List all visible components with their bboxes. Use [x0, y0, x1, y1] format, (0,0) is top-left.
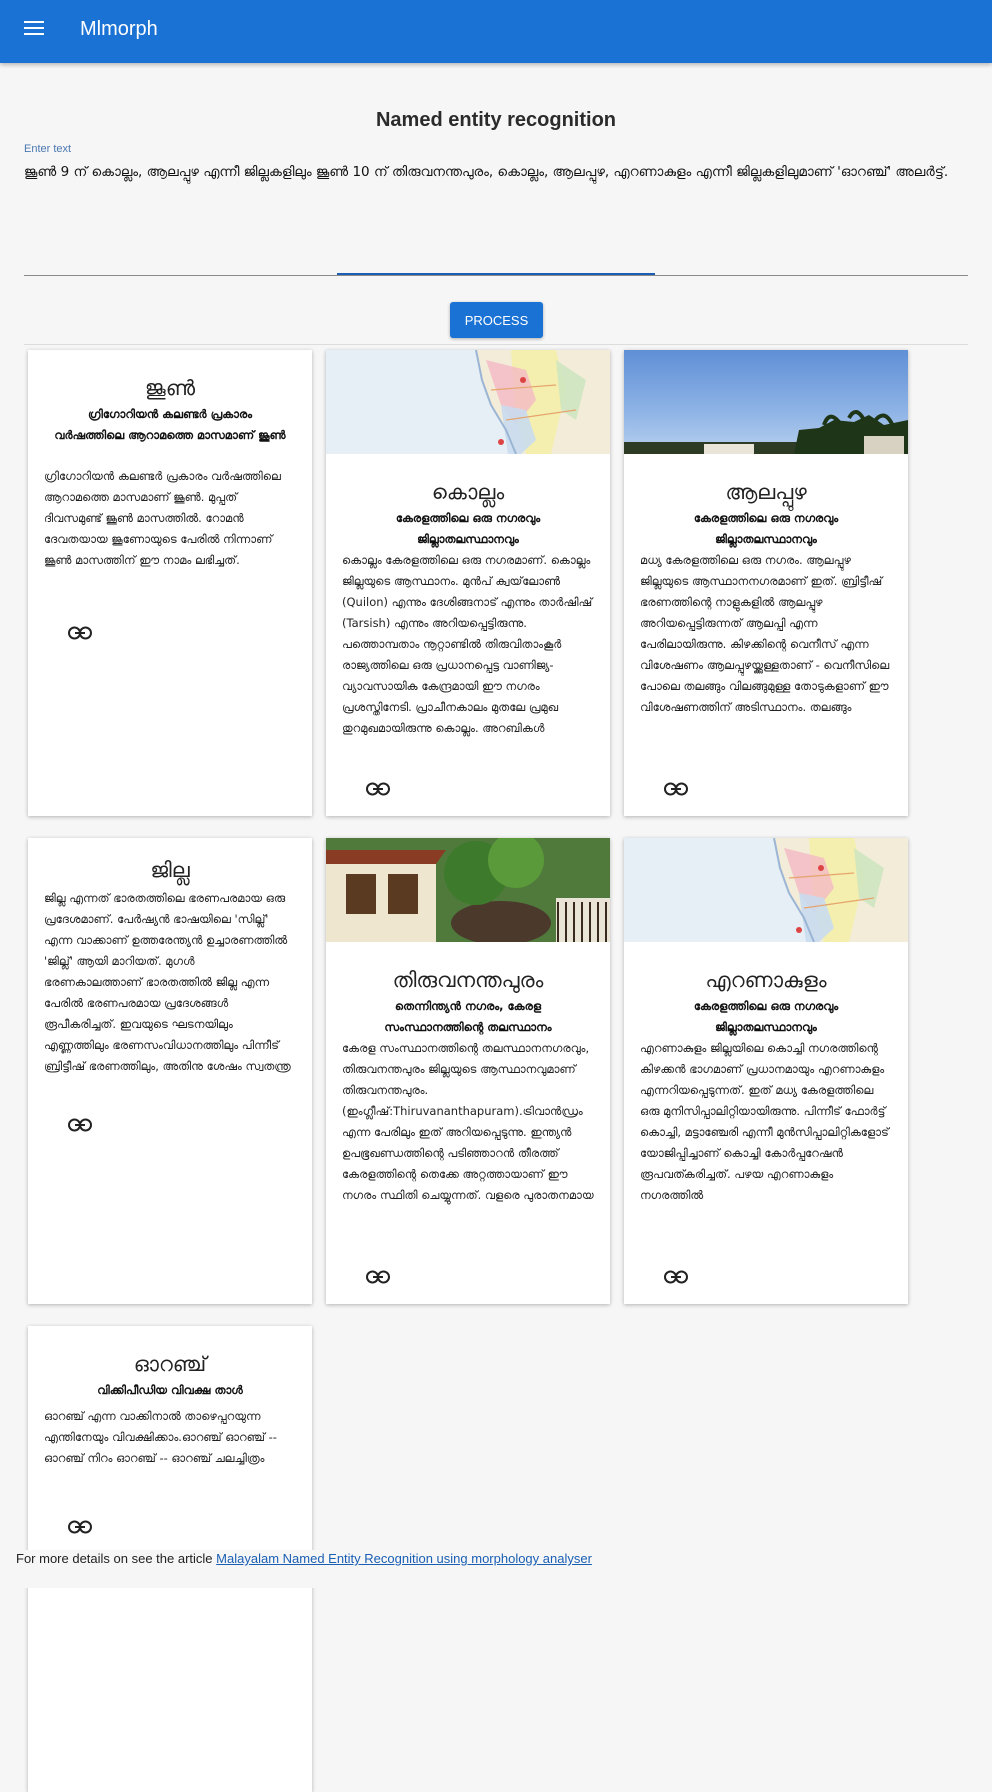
footer-text: For more details on see the article Mala…	[16, 1551, 592, 1566]
results-divider	[24, 344, 968, 345]
entity-description: ജില്ല എന്നത് ഭാരതത്തിലെ ഭരണപരമായ ഒരു പ്ര…	[44, 891, 291, 1073]
link-icon[interactable]	[664, 782, 688, 796]
entity-image	[326, 350, 610, 454]
text-input[interactable]: ജൂൺ 9 ന് കൊല്ലം, ആലപ്പുഴ എന്നീ ജില്ലകളില…	[24, 163, 964, 181]
entity-word: തിരുവനന്തപുരം	[392, 968, 544, 992]
entity-description: മധ്യ കേരളത്തിലെ ഒരു നഗരം. ആലപ്പുഴ ജില്ലയ…	[640, 553, 890, 714]
link-icon[interactable]	[68, 1118, 92, 1132]
text-input-focus-indicator	[337, 273, 655, 275]
app-title: Mlmorph	[80, 18, 158, 40]
entity-word: എറണാകുളം	[705, 968, 827, 992]
link-icon[interactable]	[68, 626, 92, 640]
entity-word: കൊല്ലം	[431, 480, 505, 504]
entity-word: ഓറഞ്ച്	[133, 1352, 207, 1376]
footer: For more details on see the article Mala…	[0, 1550, 992, 1588]
entity-word: ആലപ്പുഴ	[725, 480, 807, 504]
entity-description: എറണാകുളം ജില്ലയിലെ കൊച്ചി നഗരത്തിന്റെ കി…	[640, 1041, 889, 1202]
entity-subtitle: കേരളത്തിലെ ഒരു നഗരവും ജില്ലാതലസ്ഥാനവും	[395, 511, 541, 546]
entity-card: ആലപ്പുഴ കേരളത്തിലെ ഒരു നഗരവും ജില്ലാതലസ്…	[624, 350, 908, 816]
entity-image	[624, 838, 908, 942]
entity-card: ജൂൺ ഗ്രിഗോറിയൻ കലണ്ടർ പ്രകാരം വർഷത്തിലെ …	[28, 350, 312, 816]
entity-card: ജില്ല ജില്ല എന്നത് ഭാരതത്തിലെ ഭരണപരമായ ഒ…	[28, 838, 312, 1304]
entity-image	[326, 838, 610, 942]
entity-card: കൊല്ലം കേരളത്തിലെ ഒരു നഗരവും ജില്ലാതലസ്ഥ…	[326, 350, 610, 816]
entity-subtitle: തെന്നിന്ത്യൻ നഗരം, കേരള സംസ്ഥാനത്തിന്റെ …	[384, 999, 552, 1034]
entity-card: എറണാകുളം കേരളത്തിലെ ഒരു നഗരവും ജില്ലാതലസ…	[624, 838, 908, 1304]
text-input-underline	[24, 275, 968, 276]
entity-card: തിരുവനന്തപുരം തെന്നിന്ത്യൻ നഗരം, കേരള സം…	[326, 838, 610, 1304]
link-icon[interactable]	[366, 1270, 390, 1284]
footer-label: For more details on see the article	[16, 1551, 213, 1566]
page-title: Named entity recognition	[375, 109, 617, 131]
article-link[interactable]: Malayalam Named Entity Recognition using…	[216, 1551, 592, 1566]
entity-subtitle: വിക്കിപീഡിയ വിവക്ഷ താൾ	[97, 1383, 243, 1397]
menu-icon[interactable]	[24, 21, 44, 37]
text-input-label: Enter text	[24, 143, 72, 155]
entity-description: ഗ്രിഗോറിയൻ കലണ്ടർ പ്രകാരം വർഷത്തിലെ ആറാമ…	[44, 469, 281, 567]
entity-description: ഓറഞ്ച് എന്ന വാക്കിനാൽ താഴെപ്പറയുന്ന എന്ത…	[44, 1409, 277, 1465]
link-icon[interactable]	[366, 782, 390, 796]
entity-subtitle: കേരളത്തിലെ ഒരു നഗരവും ജില്ലാതലസ്ഥാനവും	[693, 511, 839, 546]
link-icon[interactable]	[68, 1520, 92, 1534]
entity-image	[624, 350, 908, 454]
entity-description: കൊല്ലം കേരളത്തിലെ ഒരു നഗരമാണ്. കൊല്ലം ജി…	[342, 553, 593, 735]
link-icon[interactable]	[664, 1270, 688, 1284]
entity-subtitle: ഗ്രിഗോറിയൻ കലണ്ടർ പ്രകാരം വർഷത്തിലെ ആറാമ…	[54, 407, 286, 442]
entity-word: ജൂൺ	[144, 376, 196, 400]
entity-subtitle: കേരളത്തിലെ ഒരു നഗരവും ജില്ലാതലസ്ഥാനവും	[693, 999, 839, 1034]
process-button[interactable]: PROCESS	[450, 302, 543, 338]
entity-description: കേരള സംസ്ഥാനത്തിന്റെ തലസ്ഥാനനഗരവും, തിരു…	[342, 1041, 594, 1202]
entity-word: ജില്ല	[150, 858, 190, 882]
app-bar: Mlmorph	[0, 0, 992, 63]
